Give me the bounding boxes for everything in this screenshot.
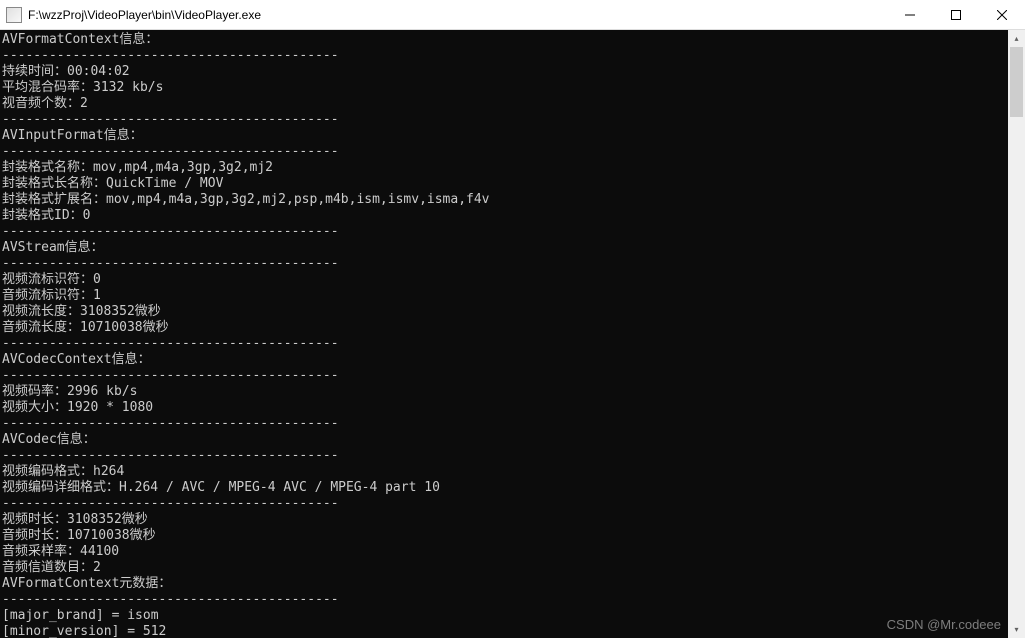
maximize-button[interactable] xyxy=(933,0,979,29)
scroll-thumb[interactable] xyxy=(1010,47,1023,117)
console-output[interactable]: AVFormatContext信息： ---------------------… xyxy=(0,30,1008,638)
close-button[interactable] xyxy=(979,0,1025,29)
text-line: AVInputFormat信息： xyxy=(2,128,143,143)
text-line: [major_brand] = isom xyxy=(2,608,159,623)
watermark: CSDN @Mr.codeee xyxy=(887,617,1001,632)
text-line: ----------------------------------------… xyxy=(2,592,339,607)
console-wrap: AVFormatContext信息： ---------------------… xyxy=(0,30,1025,638)
text-line: 音频采样率：44100 xyxy=(2,544,119,559)
text-line: AVCodec信息： xyxy=(2,432,96,447)
text-line: 视频时长：3108352微秒 xyxy=(2,512,148,527)
text-line: AVCodecContext信息： xyxy=(2,352,151,367)
text-line: 平均混合码率：3132 kb/s xyxy=(2,80,163,95)
text-line: 音频时长：10710038微秒 xyxy=(2,528,156,543)
text-line: ----------------------------------------… xyxy=(2,48,339,63)
text-line: 音频信道数目：2 xyxy=(2,560,101,575)
text-line: 持续时间：00:04:02 xyxy=(2,64,130,79)
scroll-down-button[interactable]: ▾ xyxy=(1008,621,1025,638)
text-line: AVFormatContext信息： xyxy=(2,32,158,47)
minimize-button[interactable] xyxy=(887,0,933,29)
app-icon xyxy=(6,7,22,23)
text-line: ----------------------------------------… xyxy=(2,256,339,271)
text-line: AVFormatContext元数据： xyxy=(2,576,171,591)
text-line: ----------------------------------------… xyxy=(2,112,339,127)
vertical-scrollbar[interactable]: ▴ ▾ xyxy=(1008,30,1025,638)
text-line: 视频流标识符：0 xyxy=(2,272,101,287)
text-line: 音频流长度：10710038微秒 xyxy=(2,320,169,335)
window-controls xyxy=(887,0,1025,29)
text-line: 封装格式扩展名：mov,mp4,m4a,3gp,3g2,mj2,psp,m4b,… xyxy=(2,192,490,207)
text-line: 封装格式长名称：QuickTime / MOV xyxy=(2,176,223,191)
text-line: [minor_version] = 512 xyxy=(2,624,166,638)
titlebar: F:\wzzProj\VideoPlayer\bin\VideoPlayer.e… xyxy=(0,0,1025,30)
text-line: ----------------------------------------… xyxy=(2,448,339,463)
text-line: ----------------------------------------… xyxy=(2,368,339,383)
text-line: 视频编码详细格式：H.264 / AVC / MPEG-4 AVC / MPEG… xyxy=(2,480,440,495)
window-title: F:\wzzProj\VideoPlayer\bin\VideoPlayer.e… xyxy=(28,8,261,22)
text-line: 视音频个数：2 xyxy=(2,96,88,111)
text-line: 封装格式ID：0 xyxy=(2,208,90,223)
text-line: 视频码率：2996 kb/s xyxy=(2,384,137,399)
text-line: ----------------------------------------… xyxy=(2,224,339,239)
text-line: 视频流长度：3108352微秒 xyxy=(2,304,161,319)
text-line: AVStream信息： xyxy=(2,240,104,255)
text-line: 视频大小：1920 * 1080 xyxy=(2,400,153,415)
text-line: ----------------------------------------… xyxy=(2,144,339,159)
text-line: ----------------------------------------… xyxy=(2,496,339,511)
text-line: 封装格式名称：mov,mp4,m4a,3gp,3g2,mj2 xyxy=(2,160,273,175)
text-line: ----------------------------------------… xyxy=(2,416,339,431)
title-left: F:\wzzProj\VideoPlayer\bin\VideoPlayer.e… xyxy=(6,7,261,23)
text-line: 视频编码格式：h264 xyxy=(2,464,124,479)
scroll-up-button[interactable]: ▴ xyxy=(1008,30,1025,47)
text-line: 音频流标识符：1 xyxy=(2,288,101,303)
text-line: ----------------------------------------… xyxy=(2,336,339,351)
